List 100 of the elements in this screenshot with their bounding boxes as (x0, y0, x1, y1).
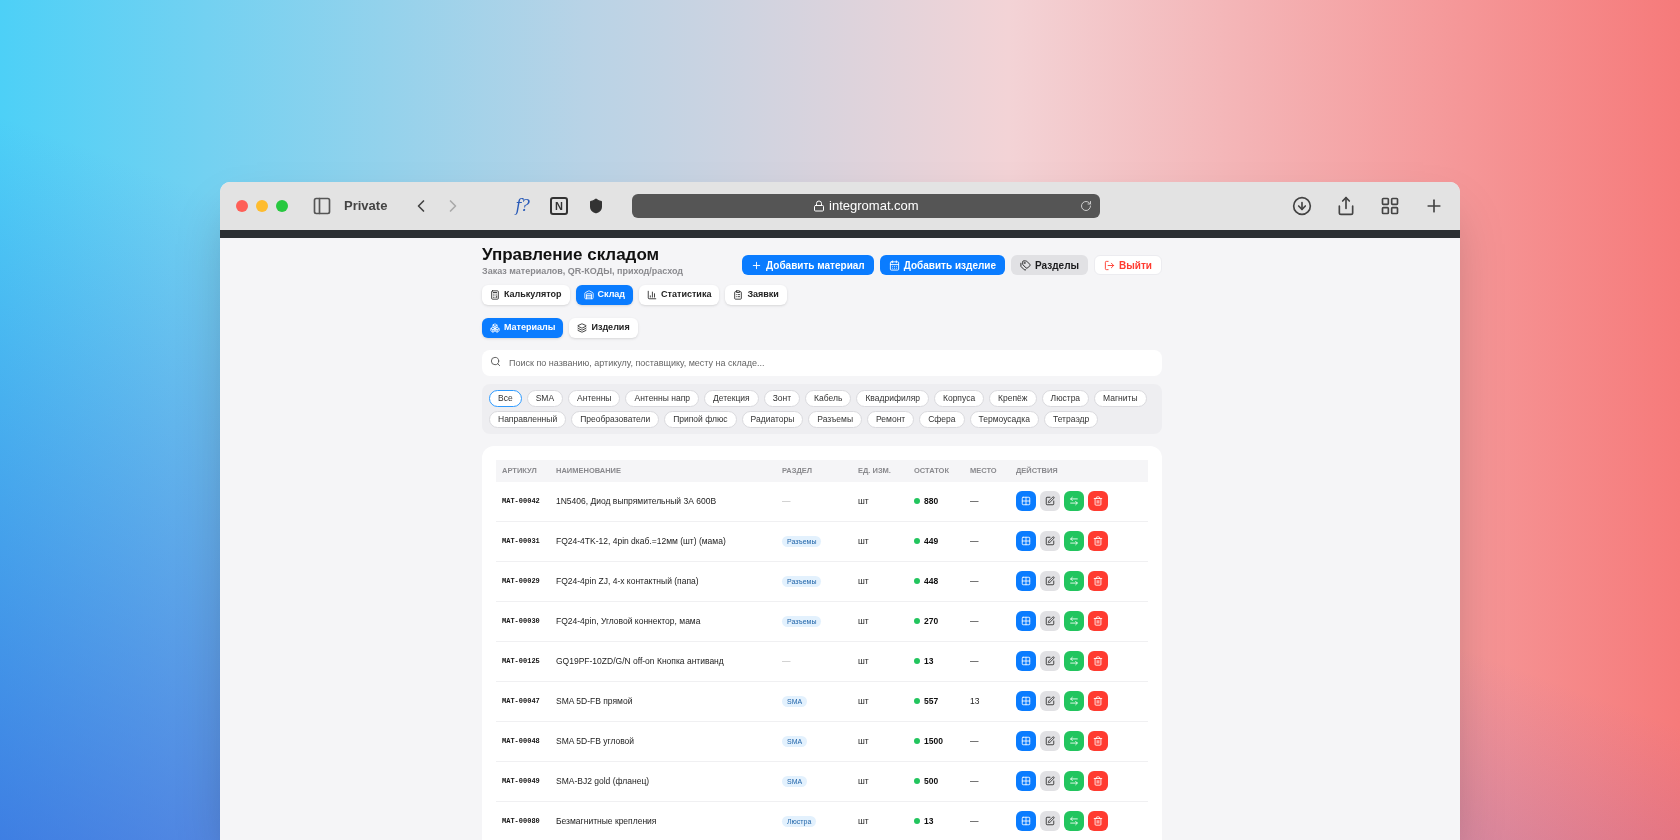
arrows-icon (1069, 696, 1079, 707)
share-icon[interactable] (1336, 196, 1356, 216)
header-button[interactable]: Выйти (1094, 255, 1162, 275)
category-chip[interactable]: Кабель (805, 389, 852, 407)
stock-cell: 449 (924, 534, 939, 548)
edit-icon (1045, 576, 1055, 587)
delete-button[interactable] (1088, 571, 1108, 592)
edit-button[interactable] (1040, 491, 1060, 512)
category-chip[interactable]: Антенны напр (625, 389, 699, 407)
qr-button[interactable] (1016, 731, 1036, 752)
grid-icon (1021, 776, 1031, 787)
category-chip[interactable]: Все (489, 389, 522, 407)
category-chip[interactable]: Корпуса (933, 389, 985, 407)
edit-button[interactable] (1040, 651, 1060, 672)
search-field[interactable]: Поиск по названию, артикулу, поставщику, месту на складе... (482, 349, 1162, 376)
delete-button[interactable] (1088, 811, 1108, 832)
category-chip[interactable]: SMA (526, 389, 564, 407)
reload-icon[interactable] (1079, 200, 1092, 212)
category-chip[interactable]: Крепёж (989, 389, 1037, 407)
delete-button[interactable] (1088, 611, 1108, 632)
category-chip[interactable]: Преобразователи (571, 410, 660, 428)
arrows-icon (1069, 576, 1079, 587)
extension-icon[interactable]: N (549, 197, 568, 215)
category-chip[interactable]: Термоусадка (969, 410, 1039, 428)
nav-tab[interactable]: Склад (575, 284, 634, 305)
edit-button[interactable] (1040, 531, 1060, 552)
nav-tab[interactable]: Статистика (639, 284, 720, 305)
category-chip[interactable]: Радиаторы (741, 410, 804, 428)
category-chip[interactable]: Ремонт (867, 410, 915, 428)
url-text: integromat.com (829, 197, 919, 216)
transfer-button[interactable] (1064, 611, 1084, 632)
transfer-button[interactable] (1064, 731, 1084, 752)
category-chip[interactable]: Магниты (1094, 389, 1147, 407)
transfer-button[interactable] (1064, 651, 1084, 672)
qr-button[interactable] (1016, 491, 1036, 512)
trash-icon (1093, 536, 1103, 547)
edit-button[interactable] (1040, 691, 1060, 712)
header-button[interactable]: Добавить изделие (879, 255, 1006, 275)
delete-button[interactable] (1088, 771, 1108, 792)
sub-tab[interactable]: Материалы (482, 317, 564, 338)
nav-tab[interactable]: Заявки (725, 284, 787, 305)
edit-button[interactable] (1040, 611, 1060, 632)
tabs-overview-icon[interactable] (1380, 196, 1400, 216)
arrows-icon (1069, 816, 1079, 827)
category-chip[interactable]: Припой флюс (664, 410, 737, 428)
sub-tab[interactable]: Изделия (569, 317, 638, 338)
unit-cell-text: шт (858, 614, 870, 628)
transfer-button[interactable] (1064, 531, 1084, 552)
grid-icon (1021, 616, 1031, 627)
delete-button[interactable] (1088, 491, 1108, 512)
qr-button[interactable] (1016, 571, 1036, 592)
stock-cell: 270 (924, 614, 939, 628)
download-icon[interactable] (1292, 196, 1312, 216)
transfer-button[interactable] (1064, 571, 1084, 592)
edit-button[interactable] (1040, 731, 1060, 752)
qr-button[interactable] (1016, 811, 1036, 832)
header-button[interactable]: Разделы (1011, 255, 1089, 275)
category-chip[interactable]: Люстра (1041, 389, 1090, 407)
lock-icon (813, 200, 826, 212)
place-cell-text: — (970, 534, 980, 548)
name-cell-text: 1N5406, Диод выпрямительный 3А 600В (556, 494, 718, 508)
edit-icon (1045, 656, 1055, 667)
category-chip[interactable]: Антенны (568, 389, 621, 407)
address-bar[interactable]: integromat.com (631, 194, 1100, 218)
delete-button[interactable] (1088, 731, 1108, 752)
category-chip[interactable]: Тетраэдр (1043, 410, 1099, 428)
delete-button[interactable] (1088, 691, 1108, 712)
delete-button[interactable] (1088, 651, 1108, 672)
nav-tab[interactable]: Калькулятор (482, 284, 570, 305)
qr-button[interactable] (1016, 691, 1036, 712)
qr-button[interactable] (1016, 771, 1036, 792)
category-chip[interactable]: Разъемы (808, 410, 863, 428)
category-chip[interactable]: Зонт (763, 389, 801, 407)
edit-button[interactable] (1040, 771, 1060, 792)
stock-cell: 1500 (924, 734, 943, 748)
category-chip[interactable]: Детекция (703, 389, 759, 407)
transfer-button[interactable] (1064, 491, 1084, 512)
private-label: Private (344, 197, 388, 216)
sidebar-icon[interactable] (312, 196, 332, 216)
edit-button[interactable] (1040, 811, 1060, 832)
qr-button[interactable] (1016, 651, 1036, 672)
qr-button[interactable] (1016, 611, 1036, 632)
grid-icon (1021, 496, 1031, 507)
qr-button[interactable] (1016, 531, 1036, 552)
name-cell-text: FQ24-4pin ZJ, 4-х контактный (папа) (556, 574, 700, 588)
place-cell-text: — (970, 494, 980, 508)
delete-button[interactable] (1088, 531, 1108, 552)
extension-icon[interactable]: f? (515, 194, 530, 218)
edit-button[interactable] (1040, 571, 1060, 592)
category-chip[interactable]: Сфера (919, 410, 965, 428)
category-chip[interactable]: Квадрифиляр (856, 389, 929, 407)
name-cell-text: GQ19PF-10ZD/G/N off-on Кнопка антиванд (556, 654, 725, 668)
category-chip[interactable]: Направленный (489, 410, 567, 428)
header-button[interactable]: Добавить материал (742, 255, 874, 275)
transfer-button[interactable] (1064, 771, 1084, 792)
transfer-button[interactable] (1064, 811, 1084, 832)
shield-icon[interactable] (587, 198, 604, 214)
name-cell-text: FQ24-4pin, Угловой коннектор, мама (556, 614, 702, 628)
transfer-button[interactable] (1064, 691, 1084, 712)
logout-icon (1104, 259, 1116, 271)
